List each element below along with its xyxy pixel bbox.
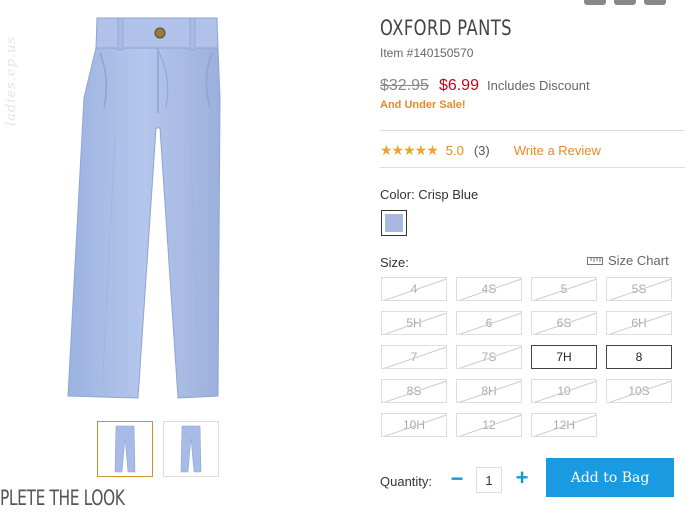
pants-thumb-icon [114,425,136,473]
product-image[interactable] [40,8,240,403]
quantity-input[interactable]: 1 [476,467,502,493]
swatch-fill [385,214,403,232]
ruler-icon [587,256,603,265]
divider [380,167,685,168]
size-option: 6 [456,311,522,335]
size-option: 10 [531,379,597,403]
size-option: 6H [606,311,672,335]
add-to-bag-button[interactable]: Add to Bag [546,458,674,497]
sale-price: $6.99 [438,77,479,94]
discount-note: Includes Discount [486,78,590,93]
size-option: 7S [456,345,522,369]
size-chart-link[interactable]: Size Chart [587,253,669,268]
size-option: 5 [531,277,597,301]
size-option: 10S [606,379,672,403]
divider [380,130,685,131]
star-rating-icon: ★★★★★ [380,142,439,158]
pants-image [67,17,221,399]
size-option: 12 [456,413,522,437]
complete-the-look-heading: PLETE THE LOOK [0,486,125,510]
size-option-8[interactable]: 8 [606,345,672,369]
size-option: 10H [381,413,447,437]
watermark: ladies.ep.us [4,35,19,126]
write-review-link[interactable]: Write a Review [514,143,601,158]
product-title: OXFORD PANTS [380,16,512,40]
share-icons[interactable] [584,0,666,5]
size-option: 5H [381,311,447,335]
quantity-decrease-button[interactable]: − [449,466,465,492]
review-count[interactable]: (3) [474,143,490,158]
size-option: 7 [381,345,447,369]
color-label: Color: Crisp Blue [380,187,479,202]
size-chart-label: Size Chart [608,253,669,268]
quantity-increase-button[interactable]: + [513,465,531,491]
size-option: 4 [381,277,447,301]
email-icon[interactable] [614,0,636,5]
share-icon[interactable] [584,0,606,5]
size-option: 4S [456,277,522,301]
thumbnail-front[interactable] [97,421,153,477]
thumbnail-back[interactable] [163,421,219,477]
item-number: Item #140150570 [380,46,474,60]
size-option: 8S [381,379,447,403]
size-option: 8H [456,379,522,403]
quantity-label: Quantity: [380,474,433,489]
size-options: 4 4S 5 5S 5H 6 6S 6H 7 7S 7H 8 8S 8H 10 … [381,277,681,437]
size-option: 12H [531,413,597,437]
rating-row: ★★★★★ 5.0 (3) Write a Review [380,142,601,159]
thumbnail-list [97,421,219,477]
rating-value: 5.0 [445,143,464,158]
size-option: 5S [606,277,672,301]
color-swatch-crisp-blue[interactable] [381,210,407,236]
size-option-7h[interactable]: 7H [531,345,597,369]
pants-thumb-icon [180,425,202,473]
print-icon[interactable] [644,0,666,5]
price-row: $32.95 $6.99 Includes Discount [380,77,590,95]
size-label: Size: [380,255,409,270]
size-option: 6S [531,311,597,335]
original-price: $32.95 [380,77,429,94]
sale-note: And Under Sale! [380,99,466,111]
